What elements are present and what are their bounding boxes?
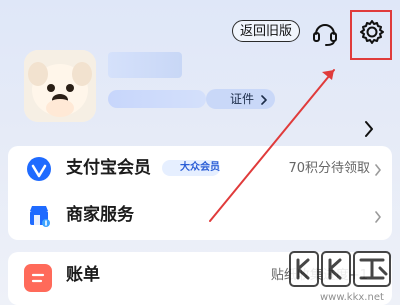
return-old-version-button[interactable]: 返回旧版 <box>232 20 300 42</box>
services-card: 支付宝会员 大众会员 70积分待领取 商家服务 <box>8 146 392 240</box>
bill-lines-icon <box>31 273 45 283</box>
account-redacted <box>108 90 206 108</box>
member-icon <box>27 157 51 181</box>
merchant-services-row[interactable]: 商家服务 <box>8 193 392 240</box>
chevron-right-icon <box>375 164 381 176</box>
dog-avatar-image <box>24 50 96 122</box>
profile-section: 证件 <box>0 44 400 138</box>
bill-label: 账单 <box>66 265 100 285</box>
username-redacted <box>108 52 182 78</box>
watermark-url: www.kkx.net <box>320 292 384 303</box>
chevron-right-icon <box>261 95 267 105</box>
chevron-right-icon <box>375 211 381 223</box>
profile-chevron-icon[interactable] <box>364 120 374 138</box>
member-right-text: 70积分待领取 <box>288 161 370 176</box>
member-label: 支付宝会员 <box>66 158 151 178</box>
avatar[interactable] <box>24 50 96 122</box>
bill-right-text: 贴纸收集进度+1 <box>270 268 368 283</box>
shop-icon <box>30 206 50 227</box>
certificate-label: 证件 <box>230 92 255 106</box>
merchant-label: 商家服务 <box>66 205 134 225</box>
member-badge: 大众会员 <box>162 160 220 176</box>
gear-icon[interactable] <box>358 18 386 46</box>
alipay-member-row[interactable]: 支付宝会员 大众会员 70积分待领取 <box>8 146 392 193</box>
